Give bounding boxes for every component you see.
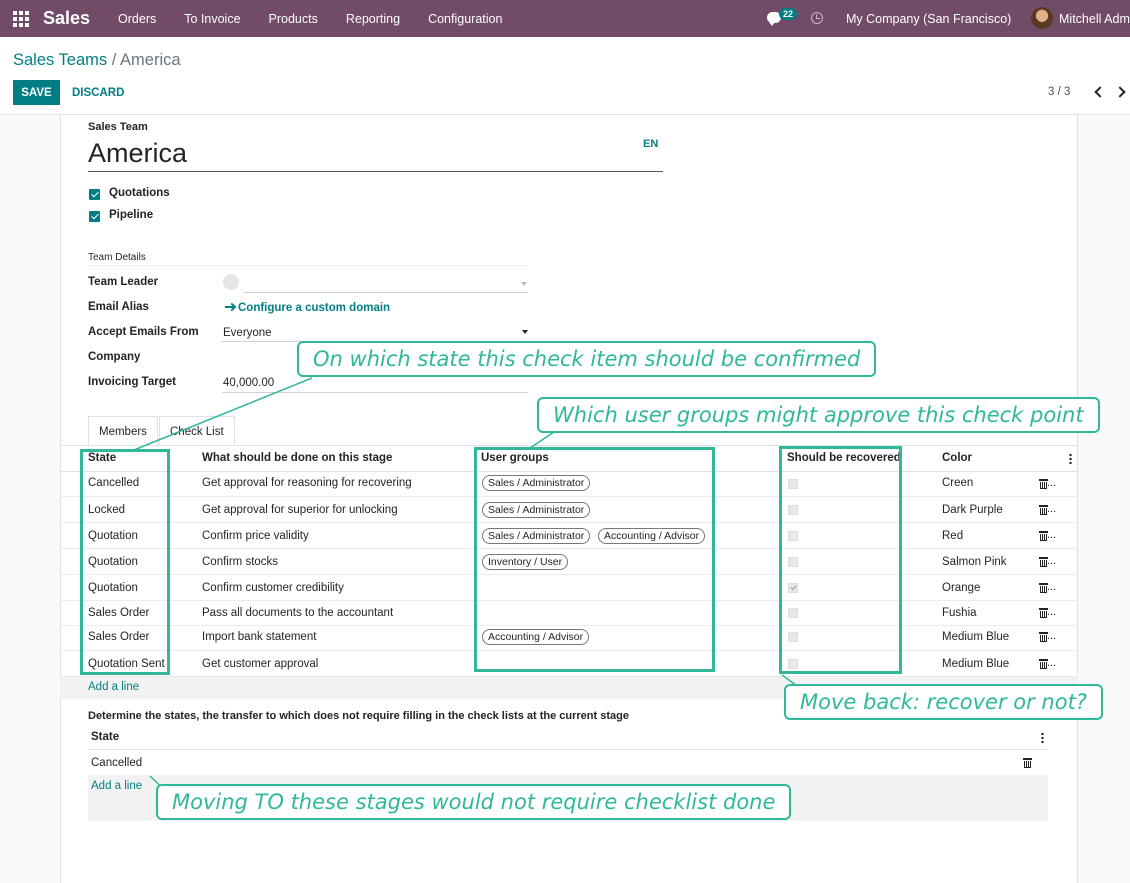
row-color: Fushia	[942, 607, 977, 619]
group-divider	[88, 265, 528, 266]
chat-count-badge: 22	[779, 8, 798, 20]
callout-state: On which state this check item should be…	[297, 341, 877, 377]
breadcrumb-separator: /	[111, 51, 117, 69]
breadcrumb: Sales Teams / America	[13, 51, 181, 70]
language-button[interactable]: EN	[643, 138, 658, 150]
no-check-states-title: Determine the states, the transfer to wh…	[88, 710, 629, 722]
quotations-checkbox[interactable]	[89, 189, 100, 200]
row-color: Medium Blue	[942, 658, 1010, 670]
menu-reporting[interactable]: Reporting	[332, 12, 414, 26]
menu-orders[interactable]: Orders	[104, 12, 170, 26]
row-ellipsis: ...	[1047, 657, 1057, 669]
accept-emails-value[interactable]: Everyone	[223, 327, 272, 339]
team-leader-label: Team Leader	[88, 276, 159, 288]
column-options-icon[interactable]	[1041, 732, 1044, 743]
callout-recovered: Move back: recover or not?	[784, 684, 1103, 720]
row-ellipsis: ...	[1047, 630, 1057, 642]
recovered-column-highlight	[779, 446, 902, 674]
row-ellipsis: ...	[1047, 555, 1057, 567]
pager-previous-icon[interactable]	[1092, 85, 1106, 99]
pager-value[interactable]: 3 / 3	[1048, 86, 1070, 98]
row-ellipsis: ...	[1047, 477, 1057, 489]
apps-grid-icon[interactable]	[13, 10, 29, 27]
row-ellipsis: ...	[1047, 529, 1057, 541]
menu-configuration[interactable]: Configuration	[414, 12, 516, 26]
row-task: Get customer approval	[202, 658, 319, 670]
state-column-highlight	[80, 449, 170, 675]
col-no-check-state[interactable]: State	[91, 731, 119, 743]
team-leader-avatar	[223, 274, 239, 290]
row-color: Salmon Pink	[942, 556, 1007, 568]
control-panel: Sales Teams / America SAVE DISCARD 3 / 3	[0, 37, 1130, 115]
configure-domain-text: Configure a custom domain	[238, 302, 391, 314]
menu-to-invoice[interactable]: To Invoice	[170, 12, 254, 26]
invoicing-target-underline	[222, 392, 528, 393]
row-task: Pass all documents to the accountant	[202, 607, 394, 619]
tab-members[interactable]: Members	[88, 416, 158, 446]
callout-groups: Which user groups might approve this che…	[537, 397, 1100, 433]
row-color: Dark Purple	[942, 504, 1003, 516]
checklist-add-line-link[interactable]: Add a line	[88, 681, 139, 693]
breadcrumb-sales-teams[interactable]: Sales Teams	[13, 51, 107, 69]
quotations-label: Quotations	[109, 187, 170, 199]
team-name-input[interactable]: America	[88, 138, 187, 169]
no-check-add-line-link[interactable]: Add a line	[91, 780, 142, 792]
breadcrumb-current: America	[120, 51, 181, 69]
col-what-to-do[interactable]: What should be done on this stage	[202, 452, 392, 464]
pipeline-checkbox[interactable]	[89, 211, 100, 222]
row-color: Orange	[942, 582, 981, 594]
column-options-icon[interactable]	[1069, 453, 1072, 464]
invoicing-target-input[interactable]: 40,000.00	[223, 377, 274, 389]
name-label: Sales Team	[88, 121, 148, 133]
row-ellipsis: ...	[1047, 581, 1057, 593]
trash-icon[interactable]	[1023, 758, 1032, 768]
no-check-header-divider	[88, 749, 1048, 750]
user-groups-column-highlight	[474, 447, 715, 672]
company-label: Company	[88, 351, 141, 363]
configure-domain-link[interactable]: Configure a custom domain	[225, 302, 390, 314]
row-color: Creen	[942, 477, 974, 489]
col-color[interactable]: Color	[942, 452, 972, 464]
user-avatar[interactable]	[1031, 7, 1053, 29]
row-task: Get approval for superior for unlocking	[202, 504, 398, 516]
discard-button[interactable]: DISCARD	[68, 80, 128, 105]
company-switcher[interactable]: My Company (San Francisco)	[846, 12, 1011, 26]
tab-divider	[60, 445, 1078, 446]
pager-next-icon[interactable]	[1115, 85, 1129, 99]
activity-clock-icon[interactable]	[811, 12, 823, 24]
user-menu[interactable]: Mitchell Admin	[1059, 12, 1130, 26]
app-name[interactable]: Sales	[43, 8, 90, 29]
accept-emails-dropdown-icon[interactable]	[522, 330, 528, 334]
team-leader-input[interactable]	[243, 292, 528, 293]
row-color: Medium Blue	[942, 631, 1010, 643]
no-check-state-row[interactable]: Cancelled	[91, 757, 142, 769]
top-navbar: Sales Orders To Invoice Products Reporti…	[0, 0, 1130, 37]
row-task: Confirm customer credibility	[202, 582, 344, 594]
pipeline-label: Pipeline	[109, 209, 154, 221]
row-task: Confirm stocks	[202, 556, 279, 568]
menu-products[interactable]: Products	[255, 12, 332, 26]
row-ellipsis: ...	[1047, 503, 1057, 515]
save-button[interactable]: SAVE	[13, 80, 60, 105]
team-leader-dropdown-icon[interactable]	[521, 282, 527, 286]
accept-emails-label: Accept Emails From	[88, 326, 199, 338]
team-details-title: Team Details	[88, 252, 146, 263]
tab-check-list[interactable]: Check List	[159, 416, 235, 446]
arrow-right-icon	[225, 303, 235, 311]
callout-no-check: Moving TO these stages would not require…	[156, 784, 792, 820]
email-alias-label: Email Alias	[88, 301, 149, 313]
invoicing-target-label: Invoicing Target	[88, 376, 176, 388]
row-ellipsis: ...	[1047, 606, 1057, 618]
row-task: Confirm price validity	[202, 530, 309, 542]
name-underline	[88, 171, 663, 172]
row-task: Import bank statement	[202, 631, 317, 643]
row-task: Get approval for reasoning for recoverin…	[202, 477, 412, 489]
row-color: Red	[942, 530, 964, 542]
